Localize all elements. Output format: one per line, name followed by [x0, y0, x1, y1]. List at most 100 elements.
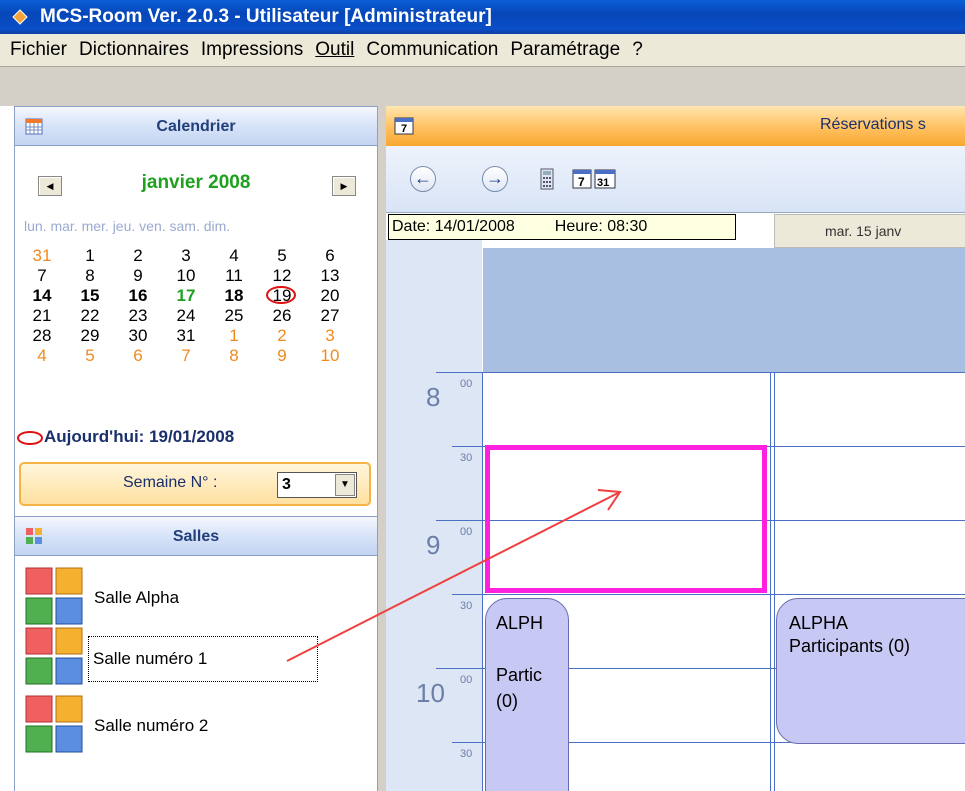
calendar-day[interactable]: 2	[114, 246, 162, 266]
room-icon	[25, 627, 83, 685]
minute-label: 30	[460, 452, 473, 464]
room-item-numero-2[interactable]: Salle numéro 2	[24, 694, 354, 754]
menu-impressions[interactable]: Impressions	[195, 34, 309, 66]
back-arrow-button[interactable]: ←	[410, 166, 436, 192]
schedule-title: Réservations s	[820, 116, 926, 133]
week-number-value: 3	[282, 476, 291, 493]
chevron-down-icon[interactable]: ▼	[335, 474, 355, 496]
room-item-numero-1[interactable]: Salle numéro 1	[24, 626, 354, 686]
selected-time-slot[interactable]	[485, 445, 767, 593]
calendar-day[interactable]: 26	[258, 306, 306, 326]
forward-arrow-button[interactable]: →	[482, 166, 508, 192]
day-column-header[interactable]: mar. 15 janv	[774, 214, 965, 248]
room-name: Salle Alpha	[94, 588, 180, 607]
calendar-day[interactable]: 11	[210, 266, 258, 286]
calendar-day[interactable]: 8	[210, 346, 258, 366]
room-icon	[25, 695, 83, 753]
calendar-day[interactable]: 13	[306, 266, 354, 286]
calendar-day[interactable]: 6	[114, 346, 162, 366]
window-title: MCS-Room Ver. 2.0.3 - Utilisateur [Admin…	[40, 6, 492, 27]
calendar-icon	[25, 118, 43, 135]
calendar-day[interactable]: 4	[18, 346, 66, 366]
appointment-title: ALPHA	[789, 613, 849, 633]
week-label: Semaine N° :	[123, 474, 218, 491]
calendar-day[interactable]: 24	[162, 306, 210, 326]
calendar-day[interactable]: 14	[18, 286, 66, 306]
calendar-day[interactable]: 27	[306, 306, 354, 326]
calculator-icon[interactable]	[540, 166, 554, 192]
calendar-day-icon: 7	[394, 117, 414, 135]
day-column-label: mar. 15 janv	[825, 223, 902, 239]
svg-text:7: 7	[401, 123, 407, 135]
calendar-day[interactable]: 9	[258, 346, 306, 366]
calendar-day[interactable]: 15	[66, 286, 114, 306]
menu-bar: Fichier Dictionnaires Impressions Outil …	[0, 34, 965, 67]
calendar-month-nav: ◀ janvier 2008 ▶	[14, 166, 378, 204]
calendar-day[interactable]: 30	[114, 326, 162, 346]
column-divider	[482, 372, 483, 791]
rooms-header: Salles	[14, 516, 378, 556]
month-label: janvier 2008	[141, 172, 251, 193]
calendar-day[interactable]: 4	[210, 246, 258, 266]
calendar-day[interactable]: 10	[162, 266, 210, 286]
week-number-select[interactable]: 3 ▼	[277, 472, 357, 498]
month-view-icon[interactable]: 31	[594, 166, 616, 192]
calendar-day[interactable]: 25	[210, 306, 258, 326]
calendar-week-row: 21 22 23 24 25 26 27	[18, 306, 358, 326]
minute-label: 30	[460, 600, 473, 612]
today-circle-icon	[17, 430, 43, 445]
calendar-day[interactable]: 3	[306, 326, 354, 346]
calendar-day[interactable]: 1	[210, 326, 258, 346]
menu-outil[interactable]: Outil	[309, 34, 360, 66]
time-readout: Heure: 08:30	[554, 218, 648, 235]
minute-label: 00	[460, 378, 473, 390]
date-readout: Date: 14/01/2008	[392, 218, 515, 235]
room-item-alpha[interactable]: Salle Alpha	[24, 566, 354, 626]
hour-label: 10	[416, 678, 445, 708]
calendar-day[interactable]: 21	[18, 306, 66, 326]
calendar-day[interactable]: 20	[306, 286, 354, 306]
all-day-area[interactable]	[483, 248, 965, 373]
calendar-week-row-current: 14 15 16 17 18 19 20	[18, 286, 358, 306]
schedule-header: 7 Réservations s	[386, 106, 965, 147]
menu-parametrage[interactable]: Paramétrage	[504, 34, 626, 66]
half-hour-line	[452, 594, 965, 595]
next-month-button[interactable]: ▶	[332, 176, 356, 196]
calendar-day[interactable]: 7	[18, 266, 66, 286]
menu-communication[interactable]: Communication	[360, 34, 504, 66]
calendar-day[interactable]: 8	[66, 266, 114, 286]
calendar-day[interactable]: 1	[66, 246, 114, 266]
menu-help[interactable]: ?	[626, 34, 649, 66]
calendar-week-row: 7 8 9 10 11 12 13	[18, 266, 358, 286]
room-name: Salle numéro 1	[88, 636, 319, 682]
today-link[interactable]: Aujourd'hui: 19/01/2008	[16, 427, 234, 447]
calendar-day-today[interactable]: 19	[258, 286, 306, 306]
appointment-alpha-monday[interactable]: ALPH Partic (0)	[485, 598, 569, 791]
appointment-alpha-tuesday[interactable]: ALPHA Participants (0)	[776, 598, 965, 744]
calendar-day[interactable]: 7	[162, 346, 210, 366]
calendar-day[interactable]: 9	[114, 266, 162, 286]
calendar-day[interactable]: 22	[66, 306, 114, 326]
calendar-day[interactable]: 6	[306, 246, 354, 266]
minute-label: 00	[460, 526, 473, 538]
week-view-icon[interactable]: 7	[572, 166, 592, 192]
calendar-day[interactable]: 28	[18, 326, 66, 346]
appointment-body: Participants (0)	[789, 636, 911, 656]
calendar-day[interactable]: 2	[258, 326, 306, 346]
calendar-day[interactable]: 31	[162, 326, 210, 346]
calendar-day[interactable]: 5	[258, 246, 306, 266]
calendar-day-selected[interactable]: 17	[162, 286, 210, 306]
calendar-week-row: 4 5 6 7 8 9 10	[18, 346, 358, 366]
calendar-day[interactable]: 16	[114, 286, 162, 306]
menu-dictionnaires[interactable]: Dictionnaires	[73, 34, 195, 66]
calendar-day[interactable]: 18	[210, 286, 258, 306]
calendar-day[interactable]: 12	[258, 266, 306, 286]
hour-line	[436, 372, 965, 373]
calendar-day[interactable]: 31	[18, 246, 66, 266]
calendar-day[interactable]: 3	[162, 246, 210, 266]
calendar-day[interactable]: 29	[66, 326, 114, 346]
calendar-day[interactable]: 10	[306, 346, 354, 366]
calendar-day[interactable]: 23	[114, 306, 162, 326]
menu-fichier[interactable]: Fichier	[0, 34, 73, 66]
calendar-day[interactable]: 5	[66, 346, 114, 366]
